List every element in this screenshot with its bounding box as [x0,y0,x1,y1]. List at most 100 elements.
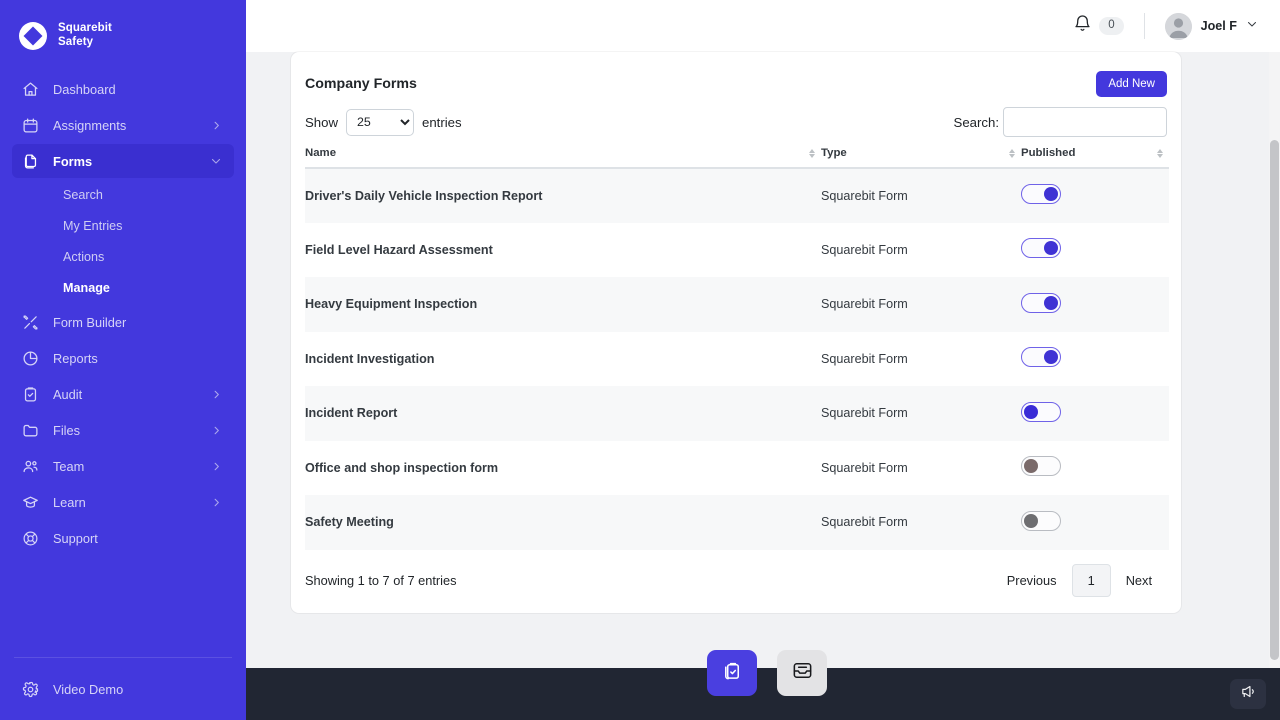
fab-forms-button[interactable] [707,650,757,696]
table-row[interactable]: Incident Report Squarebit Form [305,386,1169,441]
chevron-right-icon [211,120,222,131]
show-label: Show [305,114,338,130]
sidebar-item-label: Dashboard [53,81,116,97]
sidebar-item-assignments[interactable]: Assignments [12,108,234,142]
sidebar-item-team[interactable]: Team [12,449,234,483]
avatar-icon [1164,12,1192,40]
folder-icon [22,422,44,439]
form-name: Field Level Hazard Assessment [305,242,493,257]
next-page-button[interactable]: Next [1111,564,1167,597]
sidebar-subitem-label: My Entries [63,219,123,233]
sidebar-item-actions[interactable]: Actions [12,242,234,272]
table-row[interactable]: Incident Investigation Squarebit Form [305,332,1169,387]
sidebar-subitem-label: Actions [63,250,105,264]
sidebar: Squarebit Safety Dashboard Assignments F… [0,0,246,720]
calendar-icon [22,117,44,134]
sort-arrows-icon[interactable] [1009,148,1015,158]
page-size-select[interactable]: 10 25 50 100 [346,108,414,136]
table-row[interactable]: Safety Meeting Squarebit Form [305,495,1169,550]
form-type: Squarebit Form [821,277,1021,332]
sidebar-subitem-label: Search [63,188,103,202]
brand-logo-block[interactable]: Squarebit Safety [0,0,246,58]
published-toggle[interactable] [1021,456,1061,477]
toggle-knob [1024,459,1038,474]
company-forms-card: Company Forms Add New Show 10 25 50 100 … [291,52,1181,613]
published-cell [1021,168,1169,223]
documents-icon [22,153,44,170]
floating-action-buttons [707,650,827,696]
sort-arrows-icon[interactable] [809,148,815,158]
sidebar-item-dashboard[interactable]: Dashboard [12,72,234,106]
sidebar-item-search[interactable]: Search [12,180,234,210]
form-name: Incident Investigation [305,351,435,366]
form-type: Squarebit Form [821,168,1021,223]
table-row[interactable]: Heavy Equipment Inspection Squarebit For… [305,277,1169,332]
show-entries-control: Show 10 25 50 100 entries [305,108,462,136]
column-header-type[interactable]: Type [821,147,1021,169]
toggle-knob [1024,404,1038,419]
column-header-published[interactable]: Published [1021,147,1169,169]
search-control: Search: [954,107,1167,137]
topbar: 0 Joel F [246,0,1280,52]
lifebuoy-icon [22,530,44,547]
chevron-down-icon [210,155,222,167]
sidebar-item-label: Reports [53,350,98,366]
gear-icon [22,681,44,698]
sidebar-item-learn[interactable]: Learn [12,485,234,519]
clipboard-check-icon [721,659,744,687]
form-type: Squarebit Form [821,495,1021,550]
sidebar-item-support[interactable]: Support [12,521,234,555]
toggle-knob [1044,241,1058,256]
sidebar-item-label: Team [53,458,85,474]
chevron-right-icon [211,497,222,508]
table-row[interactable]: Driver's Daily Vehicle Inspection Report… [305,168,1169,223]
table-row[interactable]: Office and shop inspection form Squarebi… [305,441,1169,496]
previous-page-button[interactable]: Previous [992,564,1072,597]
sidebar-item-my-entries[interactable]: My Entries [12,211,234,241]
announcement-button[interactable] [1230,679,1266,709]
published-toggle[interactable] [1021,347,1061,368]
add-new-button[interactable]: Add New [1096,71,1167,97]
published-toggle[interactable] [1021,401,1061,422]
table-body: Driver's Daily Vehicle Inspection Report… [305,168,1169,550]
toggle-knob [1044,187,1058,202]
topbar-divider [1143,13,1145,39]
table-footer: Showing 1 to 7 of 7 entries Previous 1 N… [305,550,1167,603]
sidebar-item-video-demo[interactable]: Video Demo [12,672,234,706]
published-cell [1021,495,1169,550]
column-header-name[interactable]: Name [305,147,821,169]
scrollbar-thumb[interactable] [1270,140,1279,660]
sidebar-item-reports[interactable]: Reports [12,341,234,375]
table-row[interactable]: Field Level Hazard Assessment Squarebit … [305,223,1169,278]
sort-arrows-icon[interactable] [1157,148,1163,158]
published-cell [1021,277,1169,332]
user-name: Joel F [1200,19,1237,33]
search-input[interactable] [1003,107,1167,137]
bell-icon[interactable] [1073,14,1092,38]
home-icon [22,81,44,98]
megaphone-icon [1240,683,1257,705]
published-toggle[interactable] [1021,510,1061,531]
sidebar-item-forms[interactable]: Forms [12,144,234,178]
published-toggle[interactable] [1021,238,1061,259]
sidebar-item-audit[interactable]: Audit [12,377,234,411]
form-type: Squarebit Form [821,351,908,366]
published-toggle[interactable] [1021,292,1061,313]
sidebar-item-label: Audit [53,386,83,402]
page-number-button[interactable]: 1 [1071,563,1111,597]
forms-table-wrapper: Name Type Published Driver's Daily Vehic… [305,147,1169,550]
sidebar-item-form-builder[interactable]: Form Builder [12,305,234,339]
sidebar-item-files[interactable]: Files [12,413,234,447]
sidebar-item-manage[interactable]: Manage [12,273,234,303]
published-toggle[interactable] [1021,184,1061,205]
notifications[interactable]: 0 [1073,14,1124,38]
table-head: Name Type Published [305,147,1169,169]
brand-line2: Safety [58,36,94,48]
fab-inbox-button[interactable] [777,650,827,696]
form-type: Squarebit Form [821,460,908,475]
chevron-down-icon[interactable] [1246,17,1258,35]
form-name: Heavy Equipment Inspection [305,277,821,332]
user-menu[interactable]: Joel F [1164,12,1258,40]
notification-count-badge: 0 [1099,17,1124,35]
graduation-cap-icon [22,494,44,511]
